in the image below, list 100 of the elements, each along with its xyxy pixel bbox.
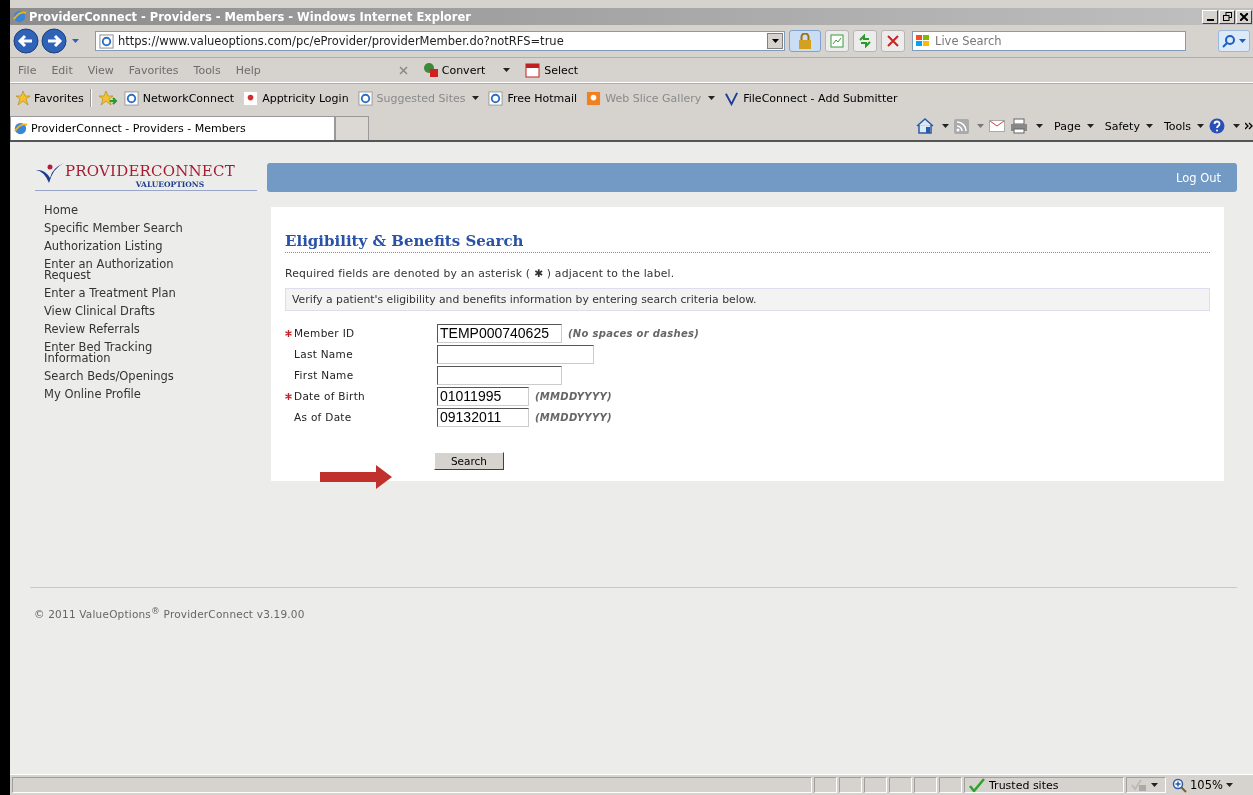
checkmark-logo-icon	[35, 162, 65, 184]
text-field[interactable]: 01011995	[437, 386, 529, 406]
minimize-icon	[1206, 18, 1214, 21]
restore-icon	[1222, 12, 1232, 21]
square-icon	[243, 90, 259, 106]
address-field[interactable]: https://www.valueoptions.com/pc/eProvider/providerMember.do?notRFS=true	[95, 31, 785, 51]
select-button[interactable]: Select	[525, 62, 579, 78]
sidebar-link[interactable]: Enter a Treatment Plan	[44, 288, 194, 299]
dropdown-button[interactable]	[767, 33, 783, 49]
sidebar-link[interactable]: Review Referrals	[44, 324, 194, 335]
copyright-text: © 2011 ValueOptions$^{®}$ ProviderConnect v3.19.00	[34, 607, 305, 620]
text-field[interactable]: TEMP000740625	[437, 323, 562, 343]
minimize-button[interactable]	[1202, 9, 1218, 24]
text-field[interactable]: 09132011	[437, 407, 529, 427]
field-hint: (MMDDYYYY)	[535, 411, 612, 423]
close-button[interactable]	[1236, 9, 1252, 24]
sidebar-link[interactable]: View Clinical Drafts	[44, 306, 194, 317]
status-pane	[914, 777, 937, 793]
field-hint: (No spaces or dashes)	[568, 327, 700, 339]
text-field[interactable]	[437, 344, 594, 364]
menu-item[interactable]: View	[87, 63, 114, 77]
caret-icon[interactable]	[1036, 124, 1044, 128]
field-hint: (MMDDYYYY)	[535, 390, 612, 402]
page-icon	[357, 90, 373, 106]
refresh-icon	[858, 34, 872, 48]
favorite-link[interactable]: FileConnect - Add Submitter	[724, 90, 898, 106]
caret-icon	[1145, 124, 1153, 128]
required-note: Required fields are denoted by an asterisk ( ✱ ) adjacent to the label.	[285, 267, 676, 280]
page-icon	[99, 33, 114, 49]
refresh-button[interactable]	[853, 30, 877, 52]
caret-icon[interactable]	[942, 124, 950, 128]
caret-icon	[1239, 39, 1246, 43]
favorite-link[interactable]: NetworkConnect	[123, 90, 235, 106]
sidebar-link[interactable]: My Online Profile	[44, 389, 194, 400]
status-pane	[939, 777, 962, 793]
caret-icon	[1086, 124, 1094, 128]
favorites-button[interactable]: Favorites	[15, 90, 84, 106]
caret-icon[interactable]	[1233, 124, 1240, 128]
command-button[interactable]: Tools	[1163, 119, 1204, 133]
field-label: First Name	[294, 369, 355, 381]
menu-item[interactable]: Tools	[193, 63, 221, 77]
command-button[interactable]: Page	[1054, 119, 1094, 133]
menu-item[interactable]: Favorites	[128, 63, 179, 77]
favorite-link[interactable]: Apptricity Login	[243, 90, 349, 106]
caret-icon	[1197, 124, 1204, 128]
lock-button[interactable]	[789, 30, 821, 52]
checkmark-icon	[724, 90, 740, 106]
chevron-icon[interactable]	[1245, 122, 1253, 130]
caret-icon[interactable]	[503, 68, 511, 72]
command-button[interactable]: Safety	[1104, 119, 1153, 133]
status-pane	[889, 777, 912, 793]
field-label: Date of Birth	[294, 390, 366, 402]
picture-frame-icon	[830, 34, 844, 48]
browser-tab[interactable]: ProviderConnect - Providers - Members	[10, 116, 335, 140]
star-icon	[15, 90, 31, 106]
help-icon[interactable]	[1209, 118, 1225, 134]
home-icon[interactable]	[916, 118, 935, 134]
sidebar-link[interactable]: Home	[44, 205, 194, 216]
stop-button[interactable]	[881, 30, 905, 52]
favorite-link[interactable]: Free Hotmail	[488, 90, 578, 106]
window-title: ProviderConnect - Providers - Members - Windows Internet Explorer	[29, 9, 472, 24]
sidebar-link[interactable]: Enter an Authorization Request	[44, 259, 194, 281]
shield-lock-icon	[1131, 778, 1147, 792]
caret-icon	[472, 96, 480, 100]
back-button[interactable]	[13, 28, 39, 54]
document-icon	[525, 62, 542, 78]
browser-logo-icon	[12, 9, 27, 24]
forward-button[interactable]	[41, 28, 67, 54]
caret-icon	[708, 96, 716, 100]
restore-button[interactable]	[1219, 9, 1235, 24]
mail-icon[interactable]	[989, 120, 1006, 132]
search-button[interactable]	[1218, 30, 1250, 52]
security-zone: Trusted sites	[989, 778, 1059, 792]
caret-icon	[1151, 783, 1158, 787]
zoom-button[interactable]: 105%	[1168, 777, 1237, 793]
menu-item[interactable]: File	[18, 63, 37, 77]
caret-icon	[771, 39, 779, 43]
status-pane	[814, 777, 837, 793]
field-label: Last Name	[294, 348, 354, 360]
magnifier-icon	[1172, 777, 1187, 793]
search-icon	[1222, 34, 1236, 48]
text-field[interactable]	[437, 365, 562, 385]
field-label: Member ID	[294, 327, 356, 339]
field-label: As of Date	[294, 411, 353, 423]
search-button[interactable]: Search	[434, 452, 504, 470]
sidebar-link[interactable]: Specific Member Search	[44, 223, 194, 234]
close-icon	[1240, 12, 1248, 21]
status-pane	[839, 777, 862, 793]
menu-item[interactable]: Help	[235, 63, 261, 77]
sidebar-link[interactable]: Authorization Listing	[44, 241, 194, 252]
square-icon	[586, 90, 602, 106]
padlock-icon	[798, 33, 812, 49]
printer-icon[interactable]	[1010, 118, 1029, 134]
search-field[interactable]: Live Search	[912, 31, 1186, 51]
protected-mode-button[interactable]	[1126, 777, 1166, 793]
close-icon	[887, 35, 899, 47]
logo-name: PROVIDERCONNECT	[65, 162, 235, 180]
sidebar-link[interactable]: Enter Bed Tracking Information	[44, 342, 194, 364]
convert-button[interactable]: Convert	[422, 62, 486, 78]
sidebar-link[interactable]: Search Beds/Openings	[44, 371, 194, 382]
